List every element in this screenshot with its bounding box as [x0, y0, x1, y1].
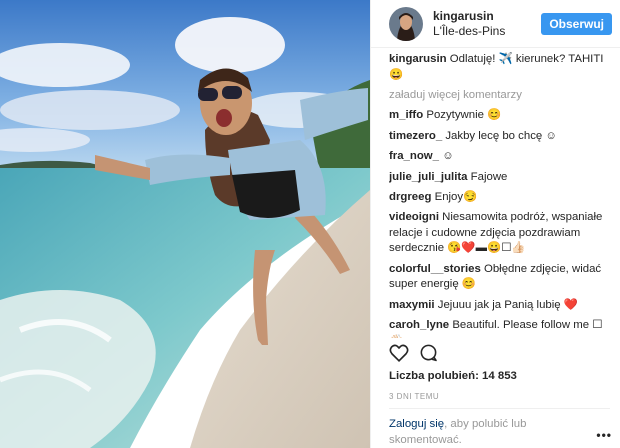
post-location[interactable]: L'Île-des-Pins: [433, 24, 541, 39]
post-header: kingarusin L'Île-des-Pins Obserwuj: [371, 0, 620, 48]
comment-username[interactable]: julie_juli_julita: [389, 171, 468, 183]
comment-username[interactable]: colorful__stories: [389, 263, 481, 275]
caption-username[interactable]: kingarusin: [389, 53, 447, 65]
post-side-panel: kingarusin L'Île-des-Pins Obserwuj kinga…: [370, 0, 620, 448]
comment-text: ☺: [442, 150, 454, 163]
caption: kingarusin Odlatuję! ✈️ kierunek? TAHITI…: [389, 52, 610, 83]
heart-icon[interactable]: [389, 343, 409, 365]
post-photo[interactable]: [0, 0, 370, 448]
comment-text: Enjoy😏: [434, 190, 478, 203]
comment-item: caroh_lyne Beautiful. Please follow me ☐…: [389, 318, 610, 338]
login-link[interactable]: Zaloguj się: [389, 418, 444, 430]
comment-item: videoigni Niesamowita podróż, wspaniałe …: [389, 210, 610, 257]
beach-photo-image: [0, 0, 370, 448]
comment-username[interactable]: timezero_: [389, 130, 442, 142]
comment-item: julie_juli_julita Fajowe: [389, 170, 610, 186]
comment-username[interactable]: caroh_lyne: [389, 319, 449, 331]
comment-item: fra_now_ ☺: [389, 149, 610, 165]
comment-item: colorful__stories Obłędne zdjęcie, widać…: [389, 262, 610, 293]
follow-button[interactable]: Obserwuj: [541, 12, 612, 35]
more-options-icon[interactable]: •••: [596, 428, 612, 442]
comment-icon[interactable]: [419, 343, 438, 365]
comment-text: Pozytywnie 😊: [426, 109, 502, 122]
avatar[interactable]: [389, 6, 423, 41]
comment-item: maxymii Jejuuu jak ja Panią lubię ❤️: [389, 298, 610, 314]
comment-item: m_iffo Pozytywnie 😊: [389, 108, 610, 124]
comment-item: drgreeg Enjoy😏: [389, 190, 610, 206]
post-timestamp: 3 DNI TEMU: [389, 392, 440, 401]
post-username[interactable]: kingarusin: [433, 9, 541, 24]
comment-item: timezero_ Jakby lecę bo chcę ☺: [389, 129, 610, 145]
comment-username[interactable]: m_iffo: [389, 109, 423, 121]
header-info: kingarusin L'Île-des-Pins: [433, 9, 541, 39]
divider: [389, 408, 610, 409]
comments-list: kingarusin Odlatuję! ✈️ kierunek? TAHITI…: [389, 52, 610, 338]
likes-count[interactable]: Liczba polubień: 14 853: [389, 370, 517, 382]
comment-text: Fajowe: [470, 170, 508, 183]
action-bar: [389, 343, 610, 365]
comment-text: Jakby lecę bo chcę ☺: [445, 129, 558, 142]
comment-text: Jejuuu jak ja Panią lubię ❤️: [437, 298, 578, 311]
load-more-comments-link[interactable]: załaduj więcej komentarzy: [389, 88, 610, 104]
comment-username[interactable]: drgreeg: [389, 191, 431, 203]
comment-username[interactable]: videoigni: [389, 211, 439, 223]
comment-username[interactable]: fra_now_: [389, 150, 439, 162]
login-prompt: Zaloguj się, aby polubić lub skomentować…: [389, 417, 579, 448]
comment-username[interactable]: maxymii: [389, 299, 435, 311]
